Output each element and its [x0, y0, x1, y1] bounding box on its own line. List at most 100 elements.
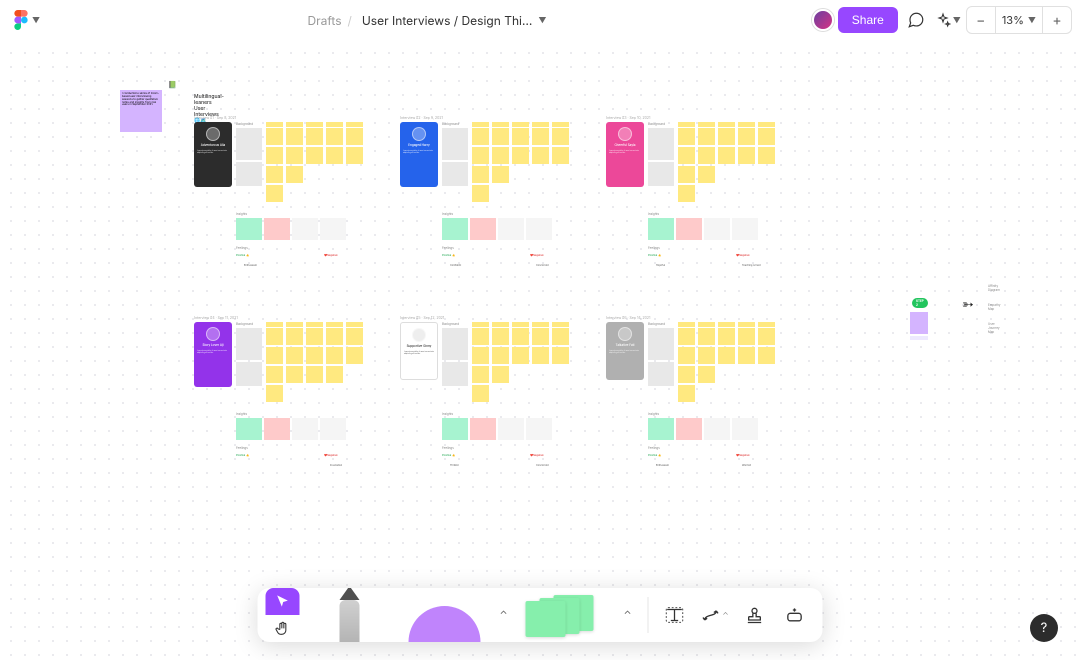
- affinity-sticky[interactable]: [910, 312, 928, 334]
- marker-tool[interactable]: [300, 588, 400, 642]
- figma-menu[interactable]: ▼: [8, 6, 46, 34]
- sticky-note[interactable]: [758, 128, 775, 145]
- sticky-note[interactable]: [266, 122, 283, 127]
- background-block[interactable]: [236, 362, 262, 386]
- background-block[interactable]: [648, 362, 674, 386]
- sticky-note[interactable]: [266, 128, 283, 145]
- insight-note[interactable]: [442, 218, 468, 240]
- insight-note[interactable]: [526, 418, 552, 440]
- sticky-note[interactable]: [472, 122, 489, 127]
- sticky-note[interactable]: [306, 128, 323, 145]
- sticky-note[interactable]: [492, 122, 509, 127]
- sticky-note[interactable]: [758, 122, 775, 127]
- sticky-note[interactable]: [512, 122, 529, 127]
- sticky-note[interactable]: [286, 147, 303, 164]
- background-block[interactable]: [236, 128, 262, 160]
- interview-cluster[interactable]: Interview #4 · Sep 11, 2021 Story Lover …: [194, 316, 384, 387]
- insight-note[interactable]: [704, 418, 730, 440]
- user-avatar[interactable]: [812, 9, 834, 31]
- canvas[interactable]: I conducted a series of Zoom-based user …: [0, 0, 1080, 660]
- sticky-note[interactable]: [738, 122, 755, 127]
- sticky-note[interactable]: [266, 147, 283, 164]
- ai-button[interactable]: ▼: [934, 6, 962, 34]
- sticky-note[interactable]: [552, 328, 569, 345]
- sticky-note[interactable]: [492, 366, 509, 383]
- sticky-note[interactable]: [698, 147, 715, 164]
- more-tools[interactable]: [775, 595, 815, 635]
- sticky-note[interactable]: [492, 328, 509, 345]
- sticky-note[interactable]: [326, 122, 343, 127]
- sticky-note[interactable]: [678, 185, 695, 202]
- background-block[interactable]: [442, 362, 468, 386]
- sticky-note[interactable]: [326, 328, 343, 345]
- insight-note[interactable]: [236, 418, 262, 440]
- sticky-note[interactable]: [512, 322, 529, 327]
- select-tool[interactable]: [266, 588, 300, 615]
- sticky-note[interactable]: [346, 322, 363, 327]
- sticky-note[interactable]: [738, 147, 755, 164]
- sticky-note[interactable]: [532, 328, 549, 345]
- interview-cluster[interactable]: Interview #1 · Sep 8, 2021 Adventurous A…: [194, 116, 384, 187]
- sticky-note[interactable]: [698, 122, 715, 127]
- share-button[interactable]: Share: [838, 7, 898, 33]
- insight-note[interactable]: [470, 418, 496, 440]
- hand-tool[interactable]: [266, 615, 300, 642]
- sticky-note[interactable]: [718, 147, 735, 164]
- sticky-note[interactable]: [346, 122, 363, 127]
- sticky-note[interactable]: [492, 322, 509, 327]
- sticky-note[interactable]: [738, 322, 755, 327]
- background-block[interactable]: [442, 162, 468, 186]
- sticky-note[interactable]: [552, 347, 569, 364]
- insight-note[interactable]: [470, 218, 496, 240]
- insight-note[interactable]: [704, 218, 730, 240]
- sticky-note[interactable]: [512, 147, 529, 164]
- background-block[interactable]: [648, 328, 674, 360]
- background-block[interactable]: [236, 328, 262, 360]
- persona-card[interactable]: Cheerful Sayla Lorem ipsum dolor sit ame…: [606, 122, 644, 187]
- affinity-sub-sticky[interactable]: [910, 336, 928, 340]
- insight-note[interactable]: [320, 418, 346, 440]
- sticky-note[interactable]: [266, 185, 283, 202]
- sticky-note[interactable]: [718, 328, 735, 345]
- insight-note[interactable]: [292, 218, 318, 240]
- insight-note[interactable]: [732, 218, 758, 240]
- sticky-note[interactable]: [758, 322, 775, 327]
- sticky-note[interactable]: [492, 147, 509, 164]
- sticky-note[interactable]: [346, 328, 363, 345]
- background-block[interactable]: [236, 162, 262, 186]
- sticky-note[interactable]: [346, 147, 363, 164]
- sticky-note[interactable]: [286, 322, 303, 327]
- sticky-note[interactable]: [678, 322, 695, 327]
- sticky-note[interactable]: [472, 385, 489, 402]
- sticky-note[interactable]: [266, 166, 283, 183]
- persona-card[interactable]: Adventurous Alia Lorem ipsum dolor sit a…: [194, 122, 232, 187]
- sticky-note[interactable]: [306, 322, 323, 327]
- breadcrumb-drafts[interactable]: Drafts: [307, 13, 341, 28]
- sticky-note[interactable]: [678, 347, 695, 364]
- sticky-note[interactable]: [286, 347, 303, 364]
- sticky-note[interactable]: [326, 347, 343, 364]
- stamp-tool[interactable]: [735, 595, 775, 635]
- interview-cluster[interactable]: Interview #2 · Sep 9, 2021 Engaged Harry…: [400, 116, 590, 187]
- insight-note[interactable]: [498, 218, 524, 240]
- background-block[interactable]: [648, 162, 674, 186]
- insight-note[interactable]: [732, 418, 758, 440]
- sticky-tool[interactable]: [518, 588, 614, 642]
- sticky-note[interactable]: [286, 128, 303, 145]
- sticky-note[interactable]: [266, 366, 283, 383]
- sticky-note[interactable]: [678, 147, 695, 164]
- sticky-note[interactable]: [512, 128, 529, 145]
- sticky-note[interactable]: [346, 347, 363, 364]
- sticky-note[interactable]: [306, 347, 323, 364]
- persona-card[interactable]: Supportive Ginny Lorem ipsum dolor sit a…: [400, 322, 438, 380]
- sticky-note[interactable]: [718, 347, 735, 364]
- sticky-note[interactable]: [758, 328, 775, 345]
- sticky-note[interactable]: [286, 166, 303, 183]
- sticky-note[interactable]: [266, 328, 283, 345]
- interview-cluster[interactable]: Interview #5 · Sep 12, 2021 Supportive G…: [400, 316, 590, 380]
- sticky-note[interactable]: [738, 328, 755, 345]
- sticky-note[interactable]: [492, 166, 509, 183]
- text-tool[interactable]: [655, 595, 695, 635]
- intro-sticky[interactable]: I conducted a series of Zoom-based user …: [120, 90, 162, 132]
- insight-note[interactable]: [498, 418, 524, 440]
